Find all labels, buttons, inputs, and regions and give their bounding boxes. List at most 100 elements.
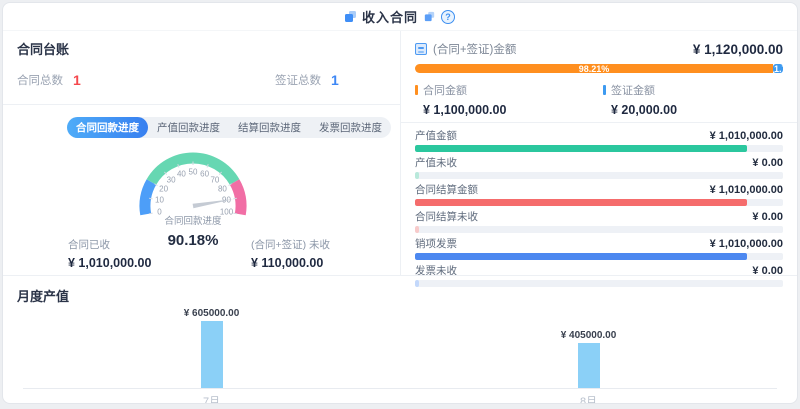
contract-count-value[interactable]: 1 [73,72,81,88]
progress-track [415,226,783,233]
legend-marker [415,85,418,95]
help-icon[interactable]: ? [441,10,455,24]
gauge-tick-mark [149,213,152,214]
month-bar-value-label: ¥ 405000.00 [561,330,617,341]
amount-header-value: ¥ 1,120,000.00 [693,42,783,57]
gauge-tick-mark [233,213,236,214]
progress-row-3: 合同结算金额 ¥ 1,010,000.00 [415,182,783,206]
unreceived-label: (合同+签证) 未收 [251,237,330,252]
gauge-tick-label: 60 [200,170,209,179]
legend-item-2: 签证金额 ¥ 20,000.00 [603,82,677,117]
contract-copy-icon [345,11,356,22]
tab-2[interactable]: 产值回款进度 [148,117,229,138]
progress-row-label: 产值金额 [415,128,457,143]
legend-label: 签证金额 [611,82,655,98]
gauge-tick-label: 10 [155,196,164,205]
legend-value: ¥ 20,000.00 [603,103,677,117]
progress-row-value: ¥ 1,010,000.00 [710,130,783,142]
gauge-tick-label: 40 [177,170,186,179]
legend-label: 合同金额 [423,82,467,98]
amount-doc-icon [415,43,427,55]
stacked-bar-segment-2: 1.79% [773,64,783,73]
progress-row-value: ¥ 0.00 [752,157,783,169]
progress-row-5: 销项发票 ¥ 1,010,000.00 [415,236,783,260]
gauge-tick-label: 100 [220,207,234,216]
month-bar-slot-1: ¥ 605000.00 [23,308,400,388]
monthly-panel: 月度产值 ¥ 605000.00 ¥ 405000.00 7月8月 [3,275,797,404]
stacked-bar-legend: 合同金额 ¥ 1,100,000.00 签证金额 ¥ 20,000.00 [415,82,783,114]
received-value: ¥ 1,010,000.00 [68,256,151,270]
gauge-tick-label: 0 [157,207,162,216]
progress-tabs: 合同回款进度产值回款进度结算回款进度发票回款进度 [67,117,391,138]
month-bar [578,343,600,388]
amounts-divider [401,122,797,123]
progress-fill [415,145,747,152]
tab-3[interactable]: 结算回款进度 [229,117,310,138]
monthly-bar-chart: ¥ 605000.00 ¥ 405000.00 [23,308,777,389]
visa-count-value[interactable]: 1 [331,72,339,88]
progress-row-4: 合同结算未收 ¥ 0.00 [415,209,783,233]
progress-track [415,172,783,179]
progress-row-label: 销项发票 [415,236,457,251]
contract-count-label: 合同总数 [17,72,63,88]
dashboard-card: 收入合同 ? 合同台账 合同总数 1 签证总数 1 合同回款进度产值回款进度结算… [2,2,798,404]
amount-header: (合同+签证)金额 ¥ 1,120,000.00 [415,41,783,57]
progress-track [415,253,783,260]
received-summary: 合同已收 ¥ 1,010,000.00 [68,237,151,270]
progress-track [415,145,783,152]
amounts-panel: (合同+签证)金额 ¥ 1,120,000.00 98.21%1.79% 合同金… [401,31,797,275]
progress-row-label: 合同结算金额 [415,182,478,197]
gauge-tick-label: 30 [167,176,176,185]
gauge-tick-label: 50 [189,168,198,177]
progress-row-label: 产值未收 [415,155,457,170]
month-axis-label: 8月 [400,393,777,404]
gauge-tick-label: 20 [159,185,168,194]
progress-row-2: 产值未收 ¥ 0.00 [415,155,783,179]
gauge-value: 90.18% [168,232,219,249]
progress-row-value: ¥ 1,010,000.00 [710,238,783,250]
tab-4[interactable]: 发票回款进度 [310,117,391,138]
legend-value: ¥ 1,100,000.00 [415,103,506,117]
month-bar [201,321,223,388]
contract-count: 合同总数 1 [17,72,81,88]
month-bar-value-label: ¥ 605000.00 [184,308,240,319]
month-axis-label: 7月 [23,393,400,404]
gauge-tick-label: 80 [218,185,227,194]
legend-marker [603,85,606,95]
page-header: 收入合同 ? [3,3,797,31]
gauge-tick-mark [149,198,152,199]
ledger-title: 合同台账 [17,39,386,58]
progress-track [415,199,783,206]
stacked-bar: 98.21%1.79% [415,64,783,73]
progress-rows: 产值金额 ¥ 1,010,000.00 产值未收 ¥ 0.00 合同结算金额 ¥… [415,128,783,287]
gauge-area: 0102030405060708090100 合同回款进度 90.18% 合同已… [17,142,386,274]
gauge-tick-mark [233,198,236,199]
monthly-x-axis: 7月8月 [23,393,777,404]
tab-1[interactable]: 合同回款进度 [67,117,148,138]
progress-row-value: ¥ 0.00 [752,211,783,223]
page-title: 收入合同 [362,7,418,26]
stacked-bar-segment-1: 98.21% [415,64,773,73]
progress-row-1: 产值金额 ¥ 1,010,000.00 [415,128,783,152]
amount-header-label: (合同+签证)金额 [433,41,516,57]
contract-copy-icon-2 [425,12,434,21]
progress-fill [415,253,747,260]
ledger-panel: 合同台账 合同总数 1 签证总数 1 合同回款进度产值回款进度结算回款进度发票回… [3,31,401,275]
progress-fill [415,226,419,233]
ledger-divider [3,104,400,105]
progress-row-label: 合同结算未收 [415,209,478,224]
monthly-title: 月度产值 [17,286,783,305]
legend-item-1: 合同金额 ¥ 1,100,000.00 [415,82,506,117]
month-bar-slot-2: ¥ 405000.00 [400,308,777,388]
visa-count: 签证总数 1 [275,72,339,88]
gauge-tick-label: 70 [210,176,219,185]
ledger-counts: 合同总数 1 签证总数 1 [17,72,386,89]
unreceived-value: ¥ 110,000.00 [251,256,330,270]
received-label: 合同已收 [68,237,151,252]
progress-fill [415,199,747,206]
unreceived-summary: (合同+签证) 未收 ¥ 110,000.00 [251,237,330,270]
progress-row-value: ¥ 1,010,000.00 [710,184,783,196]
gauge-title: 合同回款进度 [164,215,222,227]
progress-fill [415,172,419,179]
visa-count-label: 签证总数 [275,72,321,88]
